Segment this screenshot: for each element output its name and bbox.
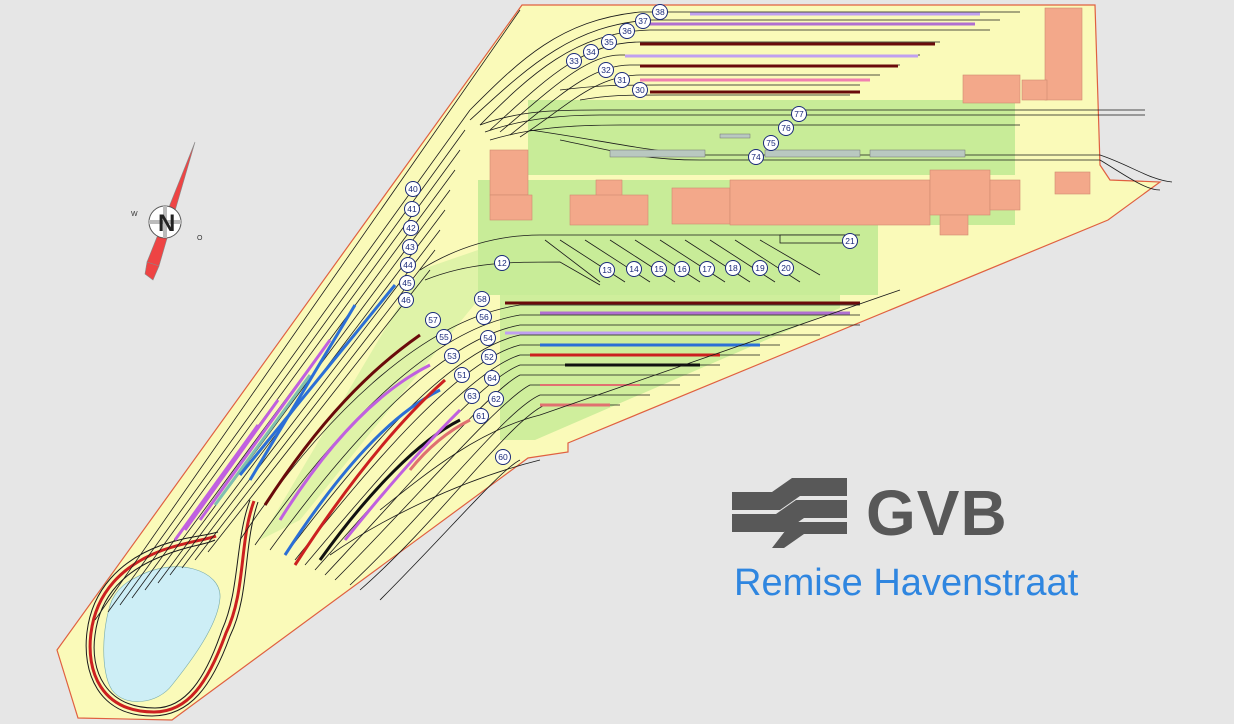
track-label[interactable]: 76 <box>778 120 794 136</box>
track-label[interactable]: 32 <box>598 62 614 78</box>
svg-text:58: 58 <box>477 294 487 304</box>
track-label[interactable]: 14 <box>626 261 642 277</box>
svg-text:57: 57 <box>428 315 438 325</box>
depot-site-plan: 38 37 36 35 34 33 32 31 30 77 76 75 74 4… <box>56 4 1173 721</box>
track-label[interactable]: 21 <box>842 233 858 249</box>
map-view: 38 37 36 35 34 33 32 31 30 77 76 75 74 4… <box>0 0 1234 724</box>
track-label[interactable]: 15 <box>651 261 667 277</box>
compass-west-label: W <box>131 211 138 218</box>
svg-text:15: 15 <box>654 264 664 274</box>
track-label[interactable]: 16 <box>674 261 690 277</box>
svg-text:61: 61 <box>476 411 486 421</box>
svg-text:62: 62 <box>491 394 501 404</box>
svg-text:21: 21 <box>845 236 855 246</box>
track-label[interactable]: 46 <box>398 292 414 308</box>
track-label[interactable]: 40 <box>405 181 421 197</box>
svg-text:74: 74 <box>751 152 761 162</box>
track-label[interactable]: 18 <box>725 260 741 276</box>
svg-text:12: 12 <box>497 258 507 268</box>
track-label[interactable]: 74 <box>748 149 764 165</box>
svg-text:14: 14 <box>629 264 639 274</box>
track-label[interactable]: 34 <box>583 44 599 60</box>
track-label[interactable]: 30 <box>632 82 648 98</box>
svg-text:55: 55 <box>439 332 449 342</box>
svg-text:75: 75 <box>766 138 776 148</box>
svg-text:46: 46 <box>401 295 411 305</box>
track-label[interactable]: 64 <box>484 370 500 386</box>
svg-text:19: 19 <box>755 263 765 273</box>
brand-block: GVB Remise Havenstraat <box>726 470 1146 610</box>
svg-text:44: 44 <box>403 260 413 270</box>
brand-logo-text: GVB <box>866 477 1008 549</box>
compass-needle-icon <box>146 141 196 267</box>
svg-text:34: 34 <box>586 47 596 57</box>
gvb-logo-icon <box>732 478 847 548</box>
svg-text:60: 60 <box>498 452 508 462</box>
track-label[interactable]: 53 <box>444 348 460 364</box>
track-label[interactable]: 61 <box>473 408 489 424</box>
svg-text:76: 76 <box>781 123 791 133</box>
track-label[interactable]: 36 <box>619 23 635 39</box>
compass: N W O <box>131 141 203 281</box>
track-label[interactable]: 33 <box>566 53 582 69</box>
track-label[interactable]: 60 <box>495 449 511 465</box>
svg-text:31: 31 <box>617 75 627 85</box>
svg-text:45: 45 <box>402 278 412 288</box>
track-label[interactable]: 52 <box>481 349 497 365</box>
track-label[interactable]: 38 <box>652 4 668 20</box>
compass-east-label: O <box>197 235 203 242</box>
svg-text:33: 33 <box>569 56 579 66</box>
svg-text:36: 36 <box>622 26 632 36</box>
track-label[interactable]: 56 <box>476 309 492 325</box>
track-label[interactable]: 43 <box>402 239 418 255</box>
svg-text:35: 35 <box>604 37 614 47</box>
track-label[interactable]: 63 <box>464 388 480 404</box>
svg-text:77: 77 <box>794 109 804 119</box>
track-label[interactable]: 55 <box>436 329 452 345</box>
svg-text:17: 17 <box>702 264 712 274</box>
track-label[interactable]: 57 <box>425 312 441 328</box>
track-label[interactable]: 51 <box>454 367 470 383</box>
track-label[interactable]: 58 <box>474 291 490 307</box>
track-label[interactable]: 41 <box>404 201 420 217</box>
track-label[interactable]: 42 <box>403 220 419 236</box>
track-label[interactable]: 37 <box>635 13 651 29</box>
track-label[interactable]: 31 <box>614 72 630 88</box>
track-label[interactable]: 75 <box>763 135 779 151</box>
svg-text:20: 20 <box>781 263 791 273</box>
svg-text:42: 42 <box>406 223 416 233</box>
svg-text:51: 51 <box>457 370 467 380</box>
track-label[interactable]: 62 <box>488 391 504 407</box>
svg-text:52: 52 <box>484 352 494 362</box>
svg-text:38: 38 <box>655 7 665 17</box>
compass-north-letter: N <box>158 210 175 237</box>
svg-text:13: 13 <box>602 265 612 275</box>
svg-text:37: 37 <box>638 16 648 26</box>
svg-text:40: 40 <box>408 184 418 194</box>
svg-text:16: 16 <box>677 264 687 274</box>
svg-text:32: 32 <box>601 65 611 75</box>
track-label[interactable]: 17 <box>699 261 715 277</box>
track-label[interactable]: 35 <box>601 34 617 50</box>
track-label[interactable]: 54 <box>480 330 496 346</box>
green-area-lower <box>500 295 840 440</box>
track-label[interactable]: 13 <box>599 262 615 278</box>
svg-text:64: 64 <box>487 373 497 383</box>
svg-text:53: 53 <box>447 351 457 361</box>
svg-text:56: 56 <box>479 312 489 322</box>
svg-text:18: 18 <box>728 263 738 273</box>
track-label[interactable]: 19 <box>752 260 768 276</box>
svg-text:30: 30 <box>635 85 645 95</box>
svg-text:63: 63 <box>467 391 477 401</box>
track-label[interactable]: 44 <box>400 257 416 273</box>
track-label[interactable]: 45 <box>399 275 415 291</box>
map-title: Remise Havenstraat <box>734 562 1079 604</box>
track-label[interactable]: 12 <box>494 255 510 271</box>
track-label[interactable]: 77 <box>791 106 807 122</box>
track-label[interactable]: 20 <box>778 260 794 276</box>
svg-text:54: 54 <box>483 333 493 343</box>
svg-text:43: 43 <box>405 242 415 252</box>
svg-text:41: 41 <box>407 204 417 214</box>
